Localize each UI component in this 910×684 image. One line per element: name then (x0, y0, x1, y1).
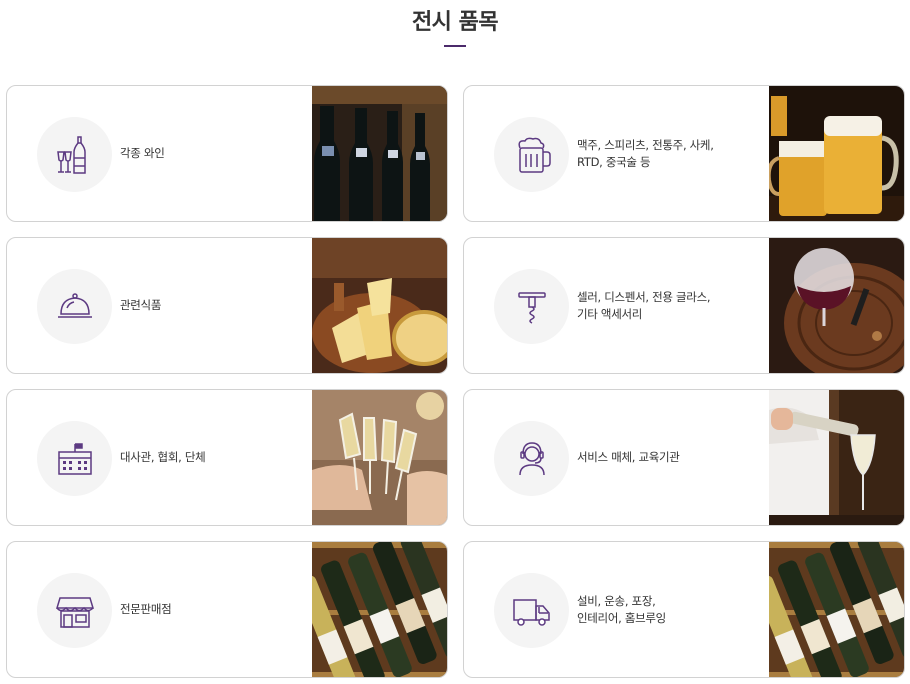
exhibit-card-stores[interactable]: 전문판매점 (6, 541, 448, 678)
embassy-building-icon (37, 421, 112, 496)
beer-mugs-photo (769, 86, 904, 221)
headset-person-icon (494, 421, 569, 496)
wine-bottles-photo (312, 86, 447, 221)
champagne-toast-photo (312, 390, 447, 525)
delivery-truck-icon (494, 573, 569, 648)
card-label: 맥주, 스피리츠, 전통주, 사케, RTD, 중국술 등 (577, 137, 714, 169)
card-label: 각종 와인 (120, 146, 165, 160)
wine-glass-barrel-photo (769, 238, 904, 373)
card-label: 셀러, 디스펜서, 전용 글라스, 기타 액세서리 (577, 289, 711, 321)
beer-mug-icon (494, 117, 569, 192)
card-label: 전문판매점 (120, 602, 172, 616)
exhibit-card-beer[interactable]: 맥주, 스피리츠, 전통주, 사케, RTD, 중국술 등 (463, 85, 905, 222)
store-front-icon (37, 573, 112, 648)
exhibit-card-embassies[interactable]: 대사관, 협회, 단체 (6, 389, 448, 526)
wine-pouring-photo (769, 390, 904, 525)
title-underline (444, 45, 466, 47)
exhibit-card-accessories[interactable]: 셀러, 디스펜서, 전용 글라스, 기타 액세서리 (463, 237, 905, 374)
exhibit-card-food[interactable]: 관련식품 (6, 237, 448, 374)
corkscrew-icon (494, 269, 569, 344)
wine-crate-photo (769, 542, 904, 677)
exhibit-card-logistics[interactable]: 설비, 운송, 포장, 인테리어, 홈브루잉 (463, 541, 905, 678)
cheese-board-photo (312, 238, 447, 373)
card-label: 설비, 운송, 포장, 인테리어, 홈브루잉 (577, 593, 666, 625)
exhibit-card-wine[interactable]: 각종 와인 (6, 85, 448, 222)
card-label: 대사관, 협회, 단체 (120, 450, 206, 464)
card-label: 관련식품 (120, 298, 162, 312)
wine-crate-photo (312, 542, 447, 677)
card-label: 서비스 매체, 교육기관 (577, 450, 680, 464)
wine-bottle-glasses-icon (37, 117, 112, 192)
food-cloche-icon (37, 269, 112, 344)
exhibit-card-services[interactable]: 서비스 매체, 교육기관 (463, 389, 905, 526)
page-title: 전시 품목 (411, 10, 499, 35)
